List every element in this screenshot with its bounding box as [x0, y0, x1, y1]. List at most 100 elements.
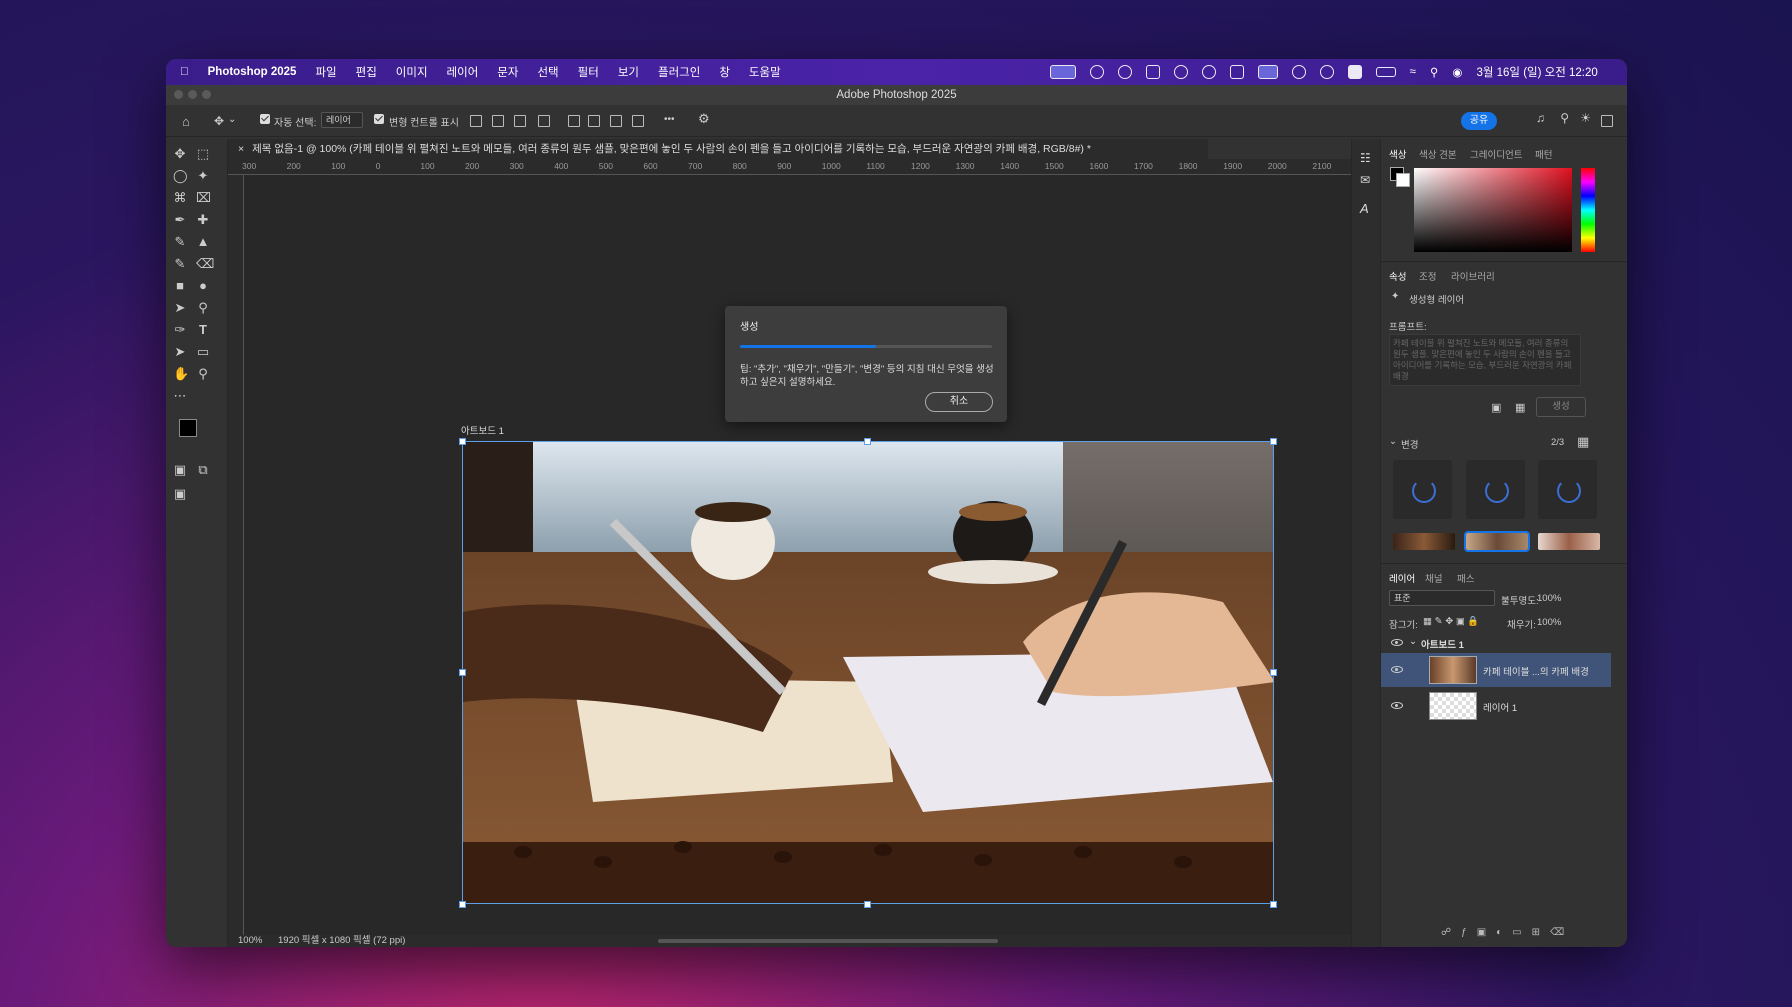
tab-patterns[interactable]: 패턴	[1535, 147, 1552, 161]
menu-layer[interactable]: 레이어	[447, 64, 479, 80]
path-select-icon[interactable]: ➤	[173, 345, 187, 359]
transform-controls-checkbox[interactable]	[374, 114, 388, 125]
menu-help[interactable]: 도움말	[749, 64, 781, 80]
menu-image[interactable]: 이미지	[396, 64, 428, 80]
align-bottom-icon[interactable]	[610, 115, 622, 127]
reference-image-icon[interactable]: ▣	[1491, 401, 1501, 414]
auto-select-dropdown[interactable]: 레이어	[321, 112, 363, 128]
home-icon[interactable]: ⌂	[182, 114, 190, 129]
document-tab[interactable]: × 제목 없음-1 @ 100% (카페 테이블 위 펼쳐진 노트와 메모들, 여…	[228, 139, 1208, 159]
transform-handle-tr[interactable]	[1270, 438, 1277, 445]
workspace-icon[interactable]	[1601, 115, 1613, 127]
quick-mask-icon[interactable]: ▣	[173, 463, 187, 477]
tab-color[interactable]: 색상	[1389, 147, 1406, 161]
eye-icon[interactable]	[1391, 639, 1403, 646]
horizontal-scrollbar[interactable]	[658, 939, 998, 943]
history-brush-icon[interactable]: ✎	[173, 257, 187, 271]
crop-tool-icon[interactable]: ⌘	[173, 191, 187, 205]
layer-row-artboard[interactable]: ⌄ 아트보드 1	[1381, 631, 1611, 653]
layer-row-layer1[interactable]: 레이어 1	[1381, 689, 1611, 723]
color-field[interactable]	[1414, 168, 1572, 252]
more-tools-icon[interactable]: ⋯	[173, 389, 187, 403]
align-center-icon[interactable]	[492, 115, 504, 127]
eraser-tool-icon[interactable]: ⌫	[196, 257, 214, 271]
transform-handle-t[interactable]	[864, 438, 871, 445]
keyboard-icon[interactable]	[1347, 65, 1362, 79]
tab-layers[interactable]: 레이어	[1389, 571, 1415, 585]
layer-actions[interactable]: ☍ƒ▣◐▭⊞⌫	[1441, 927, 1574, 938]
distribute-vertical-icon[interactable]	[632, 115, 644, 127]
notion-icon[interactable]	[1229, 65, 1244, 79]
control-center-icon[interactable]: ◉	[1452, 65, 1462, 79]
foreground-color-swatch[interactable]	[179, 419, 197, 437]
chevron-down-icon[interactable]: ⌄	[228, 114, 236, 125]
type-tool-icon[interactable]: T	[196, 323, 210, 337]
close-tab-icon[interactable]: ×	[238, 143, 244, 155]
share-button[interactable]: 공유	[1461, 112, 1497, 130]
zoom-tool-icon[interactable]: ⚲	[196, 367, 210, 381]
tab-swatches[interactable]: 색상 견본	[1419, 147, 1457, 161]
menu-view[interactable]: 보기	[618, 64, 639, 80]
menu-file[interactable]: 파일	[315, 64, 336, 80]
menu-plugins[interactable]: 플러그인	[658, 64, 700, 80]
canvas-area[interactable]: 아트보드 1 생성 팁: "추가", "채우기", "만들기", "변경" 등의…	[244, 175, 1498, 935]
transform-handle-l[interactable]	[459, 669, 466, 676]
cloud-icon[interactable]	[1117, 65, 1132, 79]
bg-color-chip[interactable]	[1396, 173, 1410, 187]
variation-thumb-1[interactable]	[1393, 533, 1455, 550]
menu-type[interactable]: 문자	[497, 64, 518, 80]
globe-icon[interactable]	[1089, 65, 1104, 79]
variation-thumb-3[interactable]	[1538, 533, 1600, 550]
auto-select-checkbox[interactable]	[260, 114, 274, 125]
artboard-label[interactable]: 아트보드 1	[461, 423, 504, 437]
lasso-tool-icon[interactable]: ◯	[173, 169, 188, 183]
gear-icon[interactable]: ⚙	[698, 111, 710, 127]
tab-gradients[interactable]: 그레이디언트	[1470, 147, 1522, 161]
artboard-image[interactable]	[462, 441, 1274, 904]
tab-libraries[interactable]: 라이브러리	[1451, 269, 1495, 283]
menu-window[interactable]: 창	[719, 64, 730, 80]
prompt-input[interactable]: 카페 테이블 위 펼쳐진 노트와 메모들, 여러 종류의 원두 샘플, 맞은편에…	[1389, 334, 1581, 386]
align-top-icon[interactable]	[568, 115, 580, 127]
rectangle-tool-icon[interactable]: ▭	[196, 345, 210, 359]
document-info[interactable]: 1920 픽셀 x 1080 픽셀 (72 ppi)	[278, 935, 405, 947]
more-options-button[interactable]: •••	[664, 114, 675, 125]
opacity-value[interactable]: 100%	[1537, 593, 1561, 604]
healing-brush-icon[interactable]: ✚	[196, 213, 210, 227]
menu-filter[interactable]: 필터	[578, 64, 599, 80]
hand-tool-icon[interactable]: ✋	[173, 367, 189, 381]
transform-handle-tl[interactable]	[459, 438, 466, 445]
zoom-level[interactable]: 100%	[238, 935, 262, 947]
variation-thumb-2[interactable]	[1464, 531, 1530, 552]
align-middle-icon[interactable]	[588, 115, 600, 127]
layer-row-generative[interactable]: 카페 테이블 ...의 카페 배경	[1381, 653, 1611, 687]
battery-icon[interactable]	[1375, 67, 1396, 77]
distribute-icon[interactable]	[538, 115, 550, 127]
bell-icon[interactable]: ♫	[1536, 111, 1545, 125]
menu-select[interactable]: 선택	[537, 64, 558, 80]
tab-properties[interactable]: 속성	[1389, 269, 1406, 283]
record-icon[interactable]	[1201, 65, 1216, 79]
search-icon[interactable]: ⚲	[1430, 65, 1438, 79]
menu-app-name[interactable]: Photoshop 2025	[208, 66, 297, 78]
align-right-icon[interactable]	[514, 115, 526, 127]
fill-value[interactable]: 100%	[1537, 617, 1561, 628]
window-icon[interactable]	[1257, 65, 1278, 79]
play-icon[interactable]	[1319, 65, 1334, 79]
comment-icon[interactable]: ✉	[1360, 173, 1370, 187]
stamp-tool-icon[interactable]: ▲	[196, 235, 210, 249]
cancel-button[interactable]: 취소	[925, 392, 993, 412]
chevron-down-icon[interactable]: ⌄	[1409, 636, 1417, 647]
tab-adjustments[interactable]: 조정	[1419, 269, 1436, 283]
transform-handle-br[interactable]	[1270, 901, 1277, 908]
transform-handle-bl[interactable]	[459, 901, 466, 908]
wifi-icon[interactable]: ≈	[1410, 66, 1416, 78]
style-icon[interactable]: ▦	[1515, 401, 1525, 414]
screen-mode-icon[interactable]: ⧉	[196, 463, 210, 477]
zoom-window-button[interactable]	[202, 90, 211, 99]
blend-mode-dropdown[interactable]: 표준	[1389, 590, 1495, 606]
hue-slider[interactable]	[1581, 168, 1595, 252]
object-select-tool-icon[interactable]: ✦	[196, 169, 210, 183]
marquee-tool-icon[interactable]: ⬚	[196, 147, 210, 161]
close-window-button[interactable]	[174, 90, 183, 99]
